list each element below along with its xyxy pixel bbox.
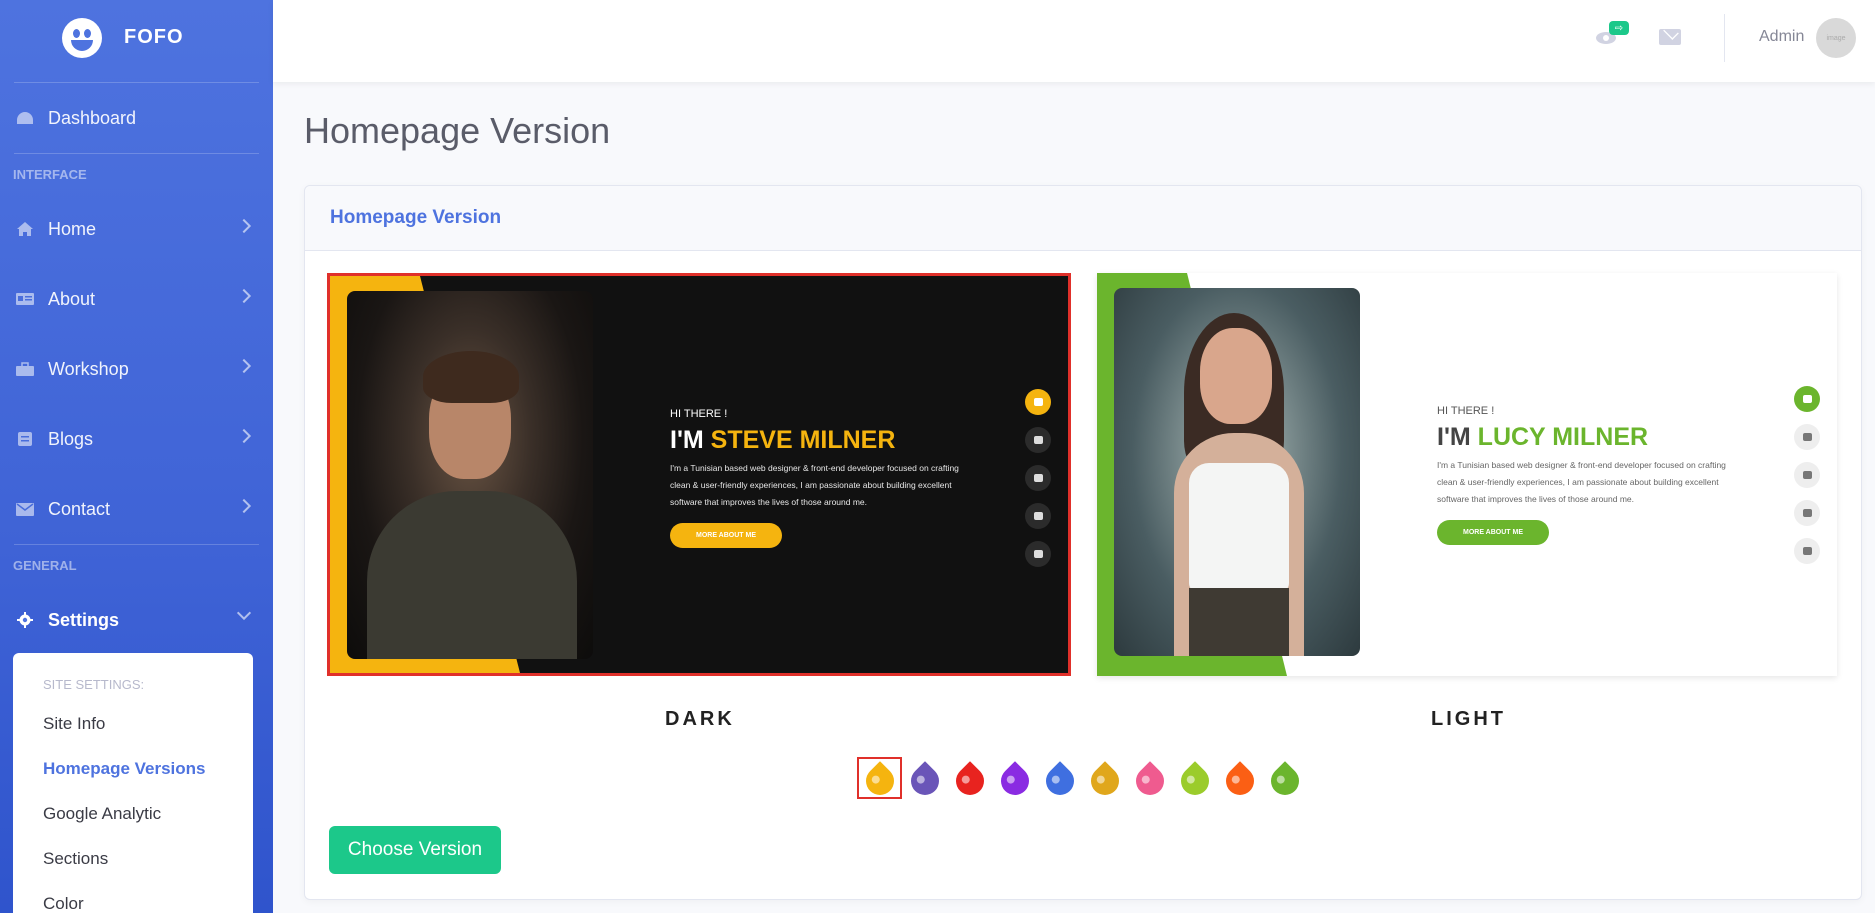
droplet-icon xyxy=(994,761,1035,801)
tachometer-icon xyxy=(14,110,36,126)
chevron-right-icon xyxy=(236,358,252,374)
color-swatch[interactable] xyxy=(902,757,947,801)
topbar-divider xyxy=(1724,14,1725,62)
version-label-dark: DARK xyxy=(665,708,735,730)
gear-icon xyxy=(14,612,36,628)
color-swatch[interactable] xyxy=(947,757,992,801)
preview-description: I'm a Tunisian based web designer & fron… xyxy=(670,463,959,507)
submenu-item-sections[interactable]: Sections xyxy=(13,836,253,881)
user-icon xyxy=(1794,424,1820,450)
brand[interactable]: FOFO xyxy=(0,0,273,82)
submenu-item-site-info[interactable]: Site Info xyxy=(13,701,253,746)
section-heading-general: GENERAL xyxy=(13,557,77,573)
sidebar-item-label: Settings xyxy=(48,609,120,630)
preview-description: I'm a Tunisian based web designer & fron… xyxy=(1437,460,1726,504)
portrait-image xyxy=(347,291,593,659)
version-preview-dark[interactable]: HI THERE ! I'M STEVE MILNER I'm a Tunisi… xyxy=(327,273,1071,676)
sidebar-item-home[interactable]: Home xyxy=(0,194,273,264)
settings-submenu: SITE SETTINGS: Site Info Homepage Versio… xyxy=(13,653,253,913)
droplet-icon xyxy=(904,761,945,801)
chat-icon xyxy=(1025,541,1051,567)
section-heading-interface: INTERFACE xyxy=(13,166,87,182)
droplet-icon xyxy=(859,761,900,801)
preview-nav-dots xyxy=(1025,389,1051,579)
color-swatch[interactable] xyxy=(1217,757,1262,801)
color-swatch[interactable] xyxy=(1262,757,1307,801)
chat-icon xyxy=(1794,538,1820,564)
color-swatch[interactable] xyxy=(992,757,1037,801)
sidebar-item-about[interactable]: About xyxy=(0,264,273,334)
sidebar-item-label: Workshop xyxy=(48,358,129,379)
version-preview-light[interactable]: HI THERE ! I'M LUCY MILNER I'm a Tunisia… xyxy=(1097,273,1837,676)
submenu-item-google-analytic[interactable]: Google Analytic xyxy=(13,791,253,836)
user-name[interactable]: Admin xyxy=(1759,28,1804,46)
home-icon xyxy=(14,221,36,237)
color-swatch[interactable] xyxy=(1037,757,1082,801)
preview-more-button: MORE ABOUT ME xyxy=(1437,520,1549,545)
submenu-item-color[interactable]: Color xyxy=(13,881,253,913)
topbar: ⇨ Admin image xyxy=(273,0,1875,82)
smiley-logo-icon xyxy=(62,18,102,58)
page-title: Homepage Version xyxy=(304,110,611,151)
color-swatch[interactable] xyxy=(1172,757,1217,801)
color-swatch[interactable] xyxy=(857,757,902,801)
sidebar-item-label: Blogs xyxy=(48,428,94,449)
chevron-right-icon xyxy=(236,288,252,304)
sidebar-item-workshop[interactable]: Workshop xyxy=(0,334,273,404)
sidebar-item-label: Home xyxy=(48,218,97,239)
sidebar-item-label: About xyxy=(48,288,96,309)
version-label-light: LIGHT xyxy=(1431,708,1506,730)
color-swatch[interactable] xyxy=(1127,757,1172,801)
preview-name: I'M STEVE MILNER xyxy=(670,426,896,454)
home-icon xyxy=(1794,386,1820,412)
sidebar-item-settings[interactable]: Settings xyxy=(0,585,273,655)
preview-name: I'M LUCY MILNER xyxy=(1437,423,1649,451)
preview-greeting: HI THERE ! xyxy=(670,408,728,420)
color-swatch[interactable] xyxy=(1082,757,1127,801)
envelope-icon xyxy=(1794,500,1820,526)
user-icon xyxy=(1025,427,1051,453)
brand-name: FOFO xyxy=(124,26,184,48)
droplet-icon xyxy=(1174,761,1215,801)
envelope-icon xyxy=(1025,503,1051,529)
droplet-icon xyxy=(1219,761,1260,801)
briefcase-icon xyxy=(14,361,36,377)
submenu-item-homepage-versions[interactable]: Homepage Versions xyxy=(13,746,253,791)
card-title: Homepage Version xyxy=(305,186,1861,251)
briefcase-icon xyxy=(1794,462,1820,488)
droplet-icon xyxy=(1039,761,1080,801)
choose-version-button[interactable]: Choose Version xyxy=(329,826,501,874)
sidebar-item-contact[interactable]: Contact xyxy=(0,474,273,544)
droplet-icon xyxy=(1084,761,1125,801)
droplet-icon xyxy=(1129,761,1170,801)
notification-badge: ⇨ xyxy=(1609,21,1629,35)
envelope-icon xyxy=(14,501,36,517)
chevron-right-icon xyxy=(236,218,252,234)
chevron-right-icon xyxy=(236,428,252,444)
avatar[interactable]: image xyxy=(1816,18,1856,58)
chevron-right-icon xyxy=(236,498,252,514)
file-icon xyxy=(14,431,36,447)
home-icon xyxy=(1025,389,1051,415)
sidebar-item-blogs[interactable]: Blogs xyxy=(0,404,273,474)
preview-more-button: MORE ABOUT ME xyxy=(670,523,782,548)
sidebar-item-dashboard[interactable]: Dashboard xyxy=(0,83,273,153)
sidebar-item-label: Dashboard xyxy=(48,107,137,128)
sidebar-item-label: Contact xyxy=(48,498,111,519)
droplet-icon xyxy=(1264,761,1305,801)
briefcase-icon xyxy=(1025,465,1051,491)
droplet-icon xyxy=(949,761,990,801)
submenu-heading: SITE SETTINGS: xyxy=(43,676,145,692)
preview-greeting: HI THERE ! xyxy=(1437,405,1495,417)
preview-nav-dots xyxy=(1794,386,1820,576)
envelope-icon[interactable] xyxy=(1659,29,1681,45)
portrait-image xyxy=(1114,288,1360,656)
chevron-down-icon xyxy=(236,605,252,621)
color-swatches xyxy=(857,757,1307,801)
id-card-icon xyxy=(14,291,36,307)
